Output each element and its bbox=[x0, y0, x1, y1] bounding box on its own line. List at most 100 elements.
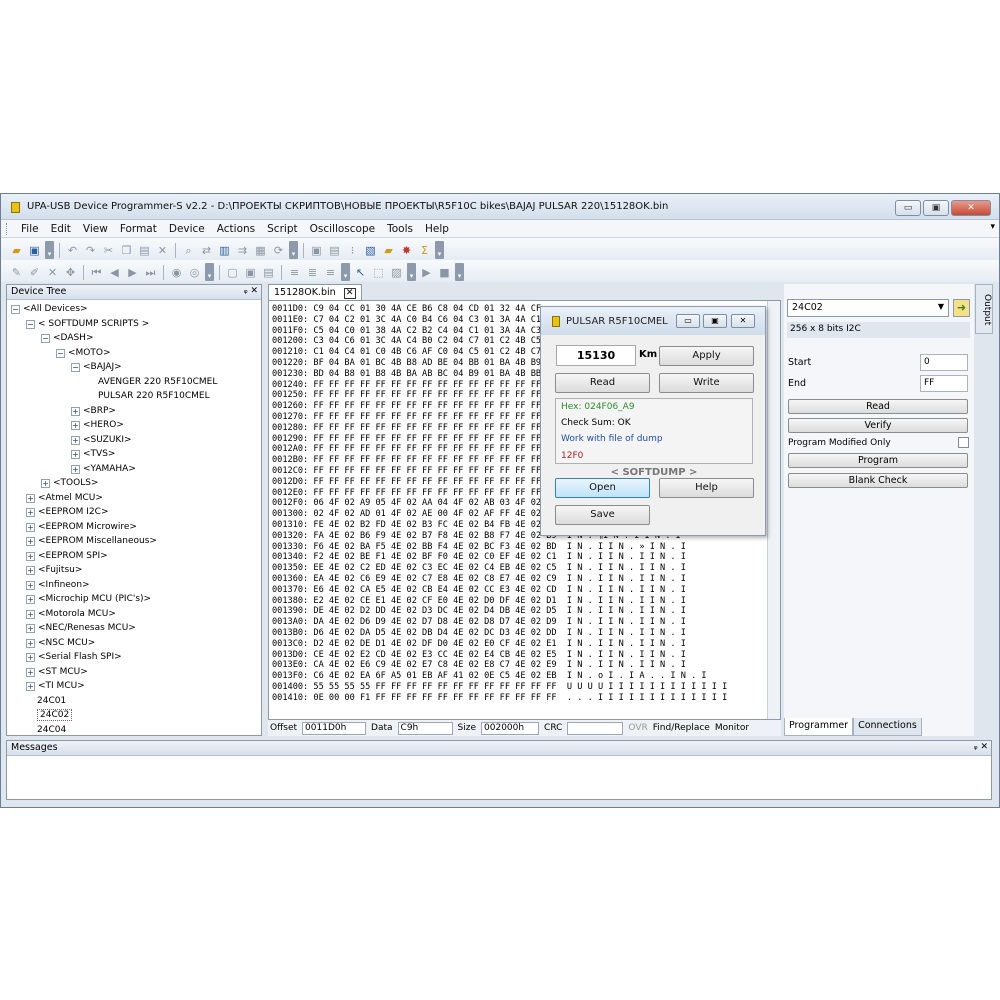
dialog-title-bar[interactable]: PULSAR R5F10CMEL ▭ ▣ ✕ bbox=[541, 307, 765, 335]
open-file-icon[interactable]: ▰ bbox=[9, 243, 24, 258]
expand-icon[interactable]: + bbox=[26, 638, 35, 648]
chip-icon[interactable]: ▣ bbox=[309, 243, 324, 258]
output-side-tab[interactable]: Output bbox=[975, 284, 993, 334]
settings-icon[interactable]: Σ bbox=[417, 243, 432, 258]
hex-row[interactable]: 0011F0: C5 04 C0 01 38 4A C2 B2 C4 04 C1… bbox=[272, 326, 541, 337]
close-icon[interactable]: ✕ bbox=[980, 742, 988, 752]
toolbar-dropdown-icon[interactable]: ▾ bbox=[407, 263, 416, 281]
expand-icon[interactable]: + bbox=[26, 595, 35, 604]
align-left-icon[interactable]: ≡ bbox=[287, 265, 302, 280]
hex-row[interactable]: 001260: FF FF FF FF FF FF FF FF FF FF FF… bbox=[272, 401, 541, 412]
tree-node[interactable]: − < SOFTDUMP SCRIPTS > bbox=[26, 317, 149, 331]
first-icon[interactable]: ⏮ bbox=[89, 265, 104, 280]
expand-icon[interactable]: + bbox=[26, 493, 35, 503]
tree-node[interactable]: − <DASH> bbox=[41, 331, 94, 345]
record-icon[interactable]: ◉ bbox=[169, 265, 184, 280]
expand-icon[interactable]: + bbox=[71, 406, 80, 416]
copy-icon[interactable]: ❐ bbox=[119, 243, 134, 258]
grid-icon[interactable]: ⁝ bbox=[345, 243, 360, 258]
menu-device[interactable]: Device bbox=[163, 222, 211, 236]
help-button[interactable]: Help bbox=[659, 478, 754, 498]
write-button[interactable]: Write bbox=[659, 373, 754, 393]
panel-icon[interactable]: ▤ bbox=[261, 265, 276, 280]
stop-circle-icon[interactable]: ◎ bbox=[187, 265, 202, 280]
select-icon[interactable]: ⬚ bbox=[371, 265, 386, 280]
save-icon[interactable]: ▣ bbox=[27, 243, 42, 258]
data-field[interactable]: C9h bbox=[397, 721, 453, 735]
maximize-button[interactable]: ▣ bbox=[923, 200, 949, 216]
hex-row[interactable]: 001280: FF FF FF FF FF FF FF FF FF FF FF… bbox=[272, 423, 541, 434]
collapse-icon[interactable]: − bbox=[71, 363, 80, 372]
program-button[interactable]: Program bbox=[788, 453, 968, 468]
read-button[interactable]: Read bbox=[555, 373, 650, 393]
toolbar-dropdown-icon[interactable]: ▾ bbox=[205, 263, 214, 281]
toolbar-dropdown-icon[interactable]: ▾ bbox=[45, 241, 54, 259]
hex-row[interactable]: 001350: EE 4E 02 C2 ED 4E 02 C3 EC 4E 02… bbox=[272, 563, 686, 574]
hex-row[interactable]: 001270: FF FF FF FF FF FF FF FF FF FF FF… bbox=[272, 412, 541, 423]
go-icon[interactable]: ➜ bbox=[953, 299, 970, 317]
hex-row[interactable]: 0011E0: C7 04 C2 01 3C 4A C0 B4 C6 04 C3… bbox=[272, 315, 541, 326]
open-button[interactable]: Open bbox=[555, 478, 650, 498]
hex-row[interactable]: 001300: 02 4F 02 AD 01 4F 02 AE 00 4F 02… bbox=[272, 509, 541, 520]
hex-row[interactable]: 0013A0: DA 4E 02 D6 D9 4E 02 D7 D8 4E 02… bbox=[272, 617, 686, 628]
cut-icon[interactable]: ✂ bbox=[101, 243, 116, 258]
expand-icon[interactable]: + bbox=[26, 508, 35, 517]
expand-icon[interactable]: + bbox=[26, 653, 35, 662]
blank-check-button[interactable]: Blank Check bbox=[788, 473, 968, 488]
monitor-link[interactable]: Monitor bbox=[715, 723, 749, 733]
tree-node[interactable]: + <Atmel MCU> bbox=[26, 491, 103, 505]
expand-icon[interactable]: + bbox=[26, 609, 35, 619]
expand-icon[interactable]: + bbox=[41, 479, 50, 488]
toolbar-dropdown-icon[interactable]: ▾ bbox=[289, 241, 298, 259]
redo-icon[interactable]: ↷ bbox=[83, 243, 98, 258]
hex-row[interactable]: 0013F0: C6 4E 02 EA 6F A5 01 EB AF 41 02… bbox=[272, 671, 707, 682]
menu-file[interactable]: File bbox=[15, 222, 45, 236]
document-icon[interactable]: ▥ bbox=[217, 243, 232, 258]
hex-row[interactable]: 001390: DE 4E 02 D2 DD 4E 02 D3 DC 4E 02… bbox=[272, 606, 686, 617]
delete-icon[interactable]: ✕ bbox=[155, 243, 170, 258]
tab-file[interactable]: 15128OK.bin ✕ bbox=[268, 284, 362, 300]
close-tab-icon[interactable]: ✕ bbox=[343, 288, 356, 299]
find-icon[interactable]: ⌕ bbox=[181, 243, 196, 258]
stop-icon[interactable]: ■ bbox=[437, 265, 452, 280]
hex-row[interactable]: 001210: C1 04 C4 01 C0 4B C6 AF C0 04 C5… bbox=[272, 347, 541, 358]
last-icon[interactable]: ⏭ bbox=[143, 265, 158, 280]
tree-node[interactable]: 24C04 bbox=[37, 723, 66, 737]
menu-oscilloscope[interactable]: Oscilloscope bbox=[304, 222, 381, 236]
chip-read-icon[interactable]: ▤ bbox=[327, 243, 342, 258]
folder-script-icon[interactable]: ▰ bbox=[381, 243, 396, 258]
hex-row[interactable]: 0013C0: D2 4E 02 DE D1 4E 02 DF D0 4E 02… bbox=[272, 639, 686, 650]
tree-node[interactable]: 24C01 bbox=[37, 694, 66, 708]
crc-field[interactable] bbox=[567, 721, 624, 735]
menu-edit[interactable]: Edit bbox=[45, 222, 77, 236]
cursor-icon[interactable]: ↖ bbox=[353, 265, 368, 280]
expand-icon[interactable]: + bbox=[26, 537, 35, 546]
hex-row[interactable]: 001410: 0E 00 00 F1 FF FF FF FF FF FF FF… bbox=[272, 693, 727, 704]
tree-node[interactable]: + <Infineon> bbox=[26, 578, 90, 592]
tree-node[interactable]: + <Fujitsu> bbox=[26, 563, 82, 577]
tree-node[interactable]: PULSAR 220 R5F10CMEL bbox=[98, 389, 210, 403]
tree-node[interactable]: − <BAJAJ> bbox=[71, 360, 122, 374]
device-select[interactable]: 24C02 ▼ bbox=[787, 299, 949, 317]
hex-row[interactable]: 0012A0: FF FF FF FF FF FF FF FF FF FF FF… bbox=[272, 444, 541, 455]
hex-row[interactable]: 0012E0: FF FF FF FF FF FF FF FF FF FF FF… bbox=[272, 488, 541, 499]
hex-row[interactable]: 0013B0: D6 4E 02 DA D5 4E 02 DB D4 4E 02… bbox=[272, 628, 686, 639]
vertical-scrollbar[interactable] bbox=[767, 301, 780, 719]
hex-row[interactable]: 0012B0: FF FF FF FF FF FF FF FF FF FF FF… bbox=[272, 455, 541, 466]
target-icon[interactable]: ✥ bbox=[63, 265, 78, 280]
wand-icon[interactable]: ✐ bbox=[27, 265, 42, 280]
prev-icon[interactable]: ◀ bbox=[107, 265, 122, 280]
hex-row[interactable]: 001220: BF 04 BA 01 BC 4B B8 AD BE 04 BB… bbox=[272, 358, 541, 369]
end-input[interactable]: FF bbox=[920, 375, 968, 392]
replace-icon[interactable]: ⇄ bbox=[199, 243, 214, 258]
menu-format[interactable]: Format bbox=[114, 222, 163, 236]
tree-node[interactable]: + <ST MCU> bbox=[26, 665, 88, 679]
tree-node[interactable]: AVENGER 220 R5F10CMEL bbox=[98, 375, 217, 389]
align-right-icon[interactable]: ≡ bbox=[323, 265, 338, 280]
table-icon[interactable]: ▦ bbox=[253, 243, 268, 258]
find-replace-link[interactable]: Find/Replace bbox=[653, 723, 710, 733]
hex-row[interactable]: 0012F0: 06 4F 02 A9 05 4F 02 AA 04 4F 02… bbox=[272, 498, 541, 509]
tree-node[interactable]: + <NEC/Renesas MCU> bbox=[26, 621, 136, 635]
tree-node[interactable]: + <Serial Flash SPI> bbox=[26, 650, 122, 664]
close-button[interactable]: ✕ bbox=[951, 200, 991, 216]
